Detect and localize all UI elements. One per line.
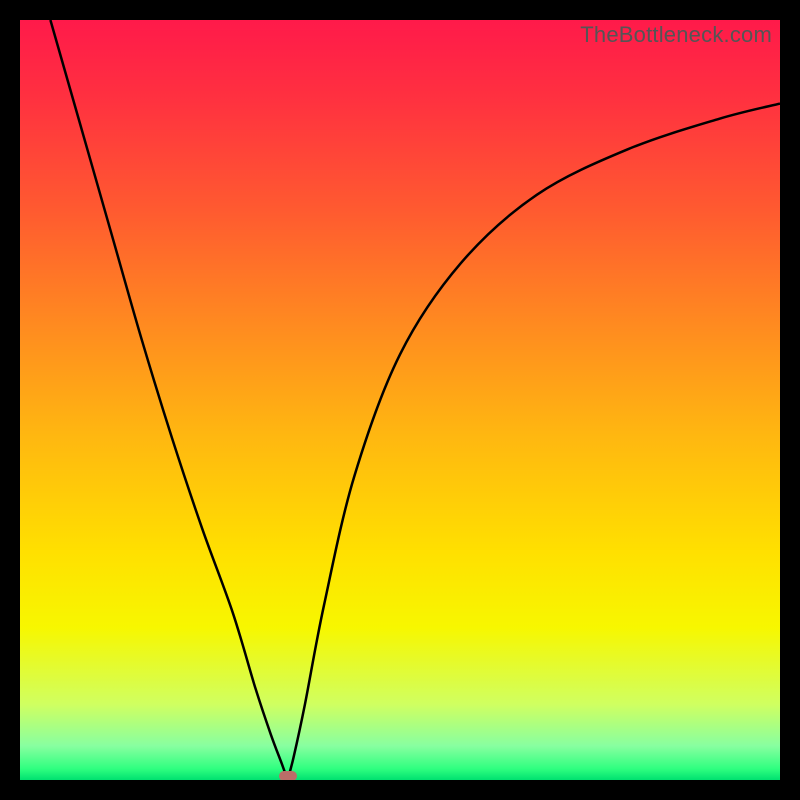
plot-area: TheBottleneck.com: [20, 20, 780, 780]
watermark-text: TheBottleneck.com: [580, 22, 772, 48]
bottleneck-curve: [20, 20, 780, 780]
minimum-marker: [279, 771, 297, 780]
